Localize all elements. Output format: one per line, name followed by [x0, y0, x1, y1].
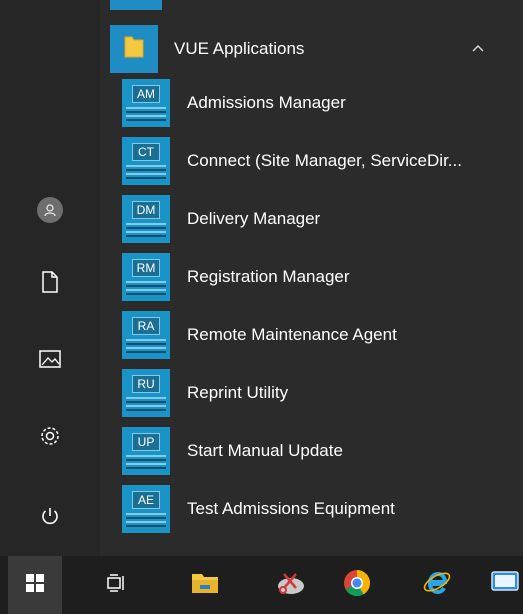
app-label: Admissions Manager: [187, 93, 346, 112]
app-tile-lines: [126, 339, 166, 355]
app-tile-icon: RA: [122, 311, 170, 359]
app-tile-lines: [126, 107, 166, 123]
app-label: Reprint Utility: [187, 383, 289, 402]
app-tile-lines: [126, 513, 166, 529]
previous-tile-edge: [110, 0, 162, 10]
app-tile-lines: [126, 397, 166, 413]
internet-explorer-button[interactable]: [410, 556, 464, 614]
start-menu-rail: [0, 0, 100, 556]
user-account-button[interactable]: [26, 186, 74, 234]
app-label: Remote Maintenance Agent: [187, 325, 397, 344]
settings-icon: [39, 425, 61, 452]
app-remote-maintenance-agent[interactable]: RA Remote Maintenance Agent: [100, 308, 510, 362]
app-tile-icon: RM: [122, 253, 170, 301]
app-label: Registration Manager: [187, 267, 350, 286]
power-button[interactable]: [26, 494, 74, 542]
app-tile-icon: AE: [122, 485, 170, 533]
snipping-tool-icon: [276, 570, 306, 601]
app-tile-lines: [126, 281, 166, 297]
internet-explorer-icon: [422, 568, 452, 603]
app-abbr: AE: [132, 491, 160, 509]
pictures-button[interactable]: [26, 337, 74, 385]
user-icon: [37, 197, 63, 223]
app-reprint-utility[interactable]: RU Reprint Utility: [100, 366, 510, 420]
start-button[interactable]: [8, 556, 62, 614]
documents-button[interactable]: [26, 260, 74, 308]
chevron-up-icon[interactable]: [466, 36, 490, 60]
windows-start-icon: [26, 573, 44, 597]
task-view-icon: [107, 573, 127, 598]
app-abbr: RM: [132, 259, 160, 277]
app-abbr: RU: [132, 375, 160, 393]
app-connect[interactable]: CT Connect (Site Manager, ServiceDir...: [100, 134, 510, 188]
pictures-icon: [39, 349, 61, 373]
remote-desktop-icon: [490, 570, 520, 601]
folder-icon: [123, 34, 145, 65]
task-view-button[interactable]: [90, 556, 144, 614]
app-abbr: DM: [132, 201, 160, 219]
file-explorer-icon: [191, 571, 219, 600]
file-explorer-button[interactable]: [178, 556, 232, 614]
app-start-manual-update[interactable]: UP Start Manual Update: [100, 424, 510, 478]
app-abbr: CT: [132, 143, 160, 161]
app-tile-lines: [126, 165, 166, 181]
app-registration-manager[interactable]: RM Registration Manager: [100, 250, 510, 304]
app-test-admissions-equipment[interactable]: AE Test Admissions Equipment: [100, 482, 510, 536]
snipping-tool-button[interactable]: [264, 556, 318, 614]
chrome-icon: [343, 569, 371, 602]
app-tile-icon: UP: [122, 427, 170, 475]
folder-tile: [110, 25, 158, 73]
app-admissions-manager[interactable]: AM Admissions Manager: [100, 76, 510, 130]
app-tile-lines: [126, 223, 166, 239]
app-label: Start Manual Update: [187, 441, 343, 460]
app-delivery-manager[interactable]: DM Delivery Manager: [100, 192, 510, 246]
document-icon: [41, 270, 59, 298]
app-tile-icon: AM: [122, 79, 170, 127]
app-tile-lines: [126, 455, 166, 471]
app-label: Connect (Site Manager, ServiceDir...: [187, 151, 462, 170]
power-icon: [39, 505, 61, 532]
app-tile-icon: CT: [122, 137, 170, 185]
settings-button[interactable]: [26, 414, 74, 462]
app-abbr: AM: [132, 85, 160, 103]
app-list: VUE Applications AM Admissions Manager C…: [100, 0, 523, 556]
app-tile-icon: DM: [122, 195, 170, 243]
app-label: Test Admissions Equipment: [187, 499, 395, 518]
app-abbr: RA: [132, 317, 160, 335]
folder-label: VUE Applications: [174, 39, 305, 58]
app-abbr: UP: [132, 433, 160, 451]
folder-vue-applications[interactable]: VUE Applications: [100, 22, 510, 76]
chrome-button[interactable]: [330, 556, 384, 614]
remote-desktop-button[interactable]: [478, 556, 523, 614]
app-label: Delivery Manager: [187, 209, 321, 228]
taskbar: [0, 556, 523, 614]
app-tile-icon: RU: [122, 369, 170, 417]
